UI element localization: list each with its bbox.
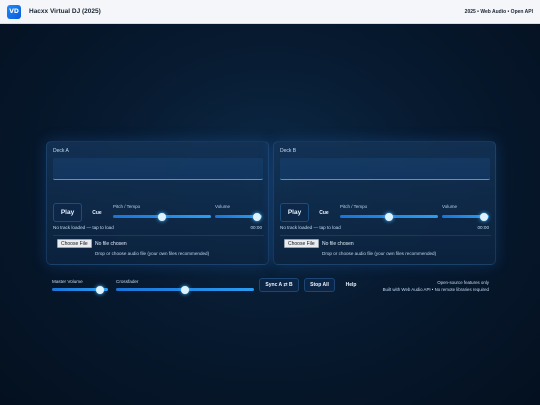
pitch-slider[interactable] bbox=[113, 212, 211, 221]
pitch-slider-thumb[interactable] bbox=[385, 212, 393, 221]
crossfader-thumb[interactable] bbox=[181, 285, 189, 294]
cue-button[interactable]: Cue bbox=[86, 206, 108, 219]
pitch-label: Pitch / Tempo bbox=[113, 204, 141, 209]
play-button[interactable]: Play bbox=[280, 203, 309, 222]
volume-slider-thumb[interactable] bbox=[480, 212, 489, 221]
waveform-display[interactable] bbox=[280, 158, 490, 180]
play-button[interactable]: Play bbox=[53, 203, 82, 222]
choose-file-button[interactable]: Choose File bbox=[57, 239, 92, 248]
file-hint: Drop or choose audio file (your own file… bbox=[322, 251, 437, 256]
deck-a-panel: Deck A Play Cue Pitch / Tempo Volume No … bbox=[46, 141, 269, 265]
pitch-slider-thumb[interactable] bbox=[158, 212, 166, 221]
divider bbox=[53, 235, 264, 236]
file-status: No file chosen bbox=[322, 241, 354, 247]
cue-button[interactable]: Cue bbox=[313, 206, 335, 219]
volume-slider[interactable] bbox=[442, 212, 489, 221]
app-title: Hacxx Virtual DJ (2025) bbox=[29, 8, 101, 15]
track-status[interactable]: No track loaded — tap to load bbox=[280, 225, 341, 230]
crossfader-label: Crossfader bbox=[116, 279, 139, 284]
master-volume-slider[interactable] bbox=[52, 285, 108, 294]
track-status[interactable]: No track loaded — tap to load bbox=[53, 225, 114, 230]
sync-button[interactable]: Sync A ⇄ B bbox=[259, 278, 299, 292]
app-header: VD Hacxx Virtual DJ (2025) 2025 • Web Au… bbox=[0, 0, 540, 24]
volume-label: Volume bbox=[442, 204, 458, 209]
master-volume-thumb[interactable] bbox=[95, 285, 104, 294]
info-line-1: Open-source features only bbox=[437, 280, 489, 285]
help-button[interactable]: Help bbox=[340, 278, 362, 292]
stop-all-button[interactable]: Stop All bbox=[304, 278, 335, 292]
header-tagline: 2025 • Web Audio • Open API bbox=[464, 8, 533, 15]
volume-slider-thumb[interactable] bbox=[253, 212, 262, 221]
deck-title: Deck B bbox=[280, 148, 297, 154]
volume-slider[interactable] bbox=[215, 212, 262, 221]
pitch-label: Pitch / Tempo bbox=[340, 204, 368, 209]
deck-title: Deck A bbox=[53, 148, 69, 154]
app-logo: VD bbox=[7, 4, 21, 19]
track-time: 00:00 bbox=[250, 225, 263, 230]
pitch-slider[interactable] bbox=[340, 212, 438, 221]
file-status: No file chosen bbox=[95, 241, 127, 247]
track-time: 00:00 bbox=[477, 225, 490, 230]
file-hint: Drop or choose audio file (your own file… bbox=[95, 251, 210, 256]
deck-b-panel: Deck B Play Cue Pitch / Tempo Volume No … bbox=[273, 141, 496, 265]
volume-label: Volume bbox=[215, 204, 231, 209]
choose-file-button[interactable]: Choose File bbox=[284, 239, 319, 248]
waveform-display[interactable] bbox=[53, 158, 263, 180]
master-volume-label: Master Volume bbox=[52, 279, 83, 284]
info-line-2: Built with Web Audio API • No remote lib… bbox=[382, 287, 489, 292]
brand: VD Hacxx Virtual DJ (2025) bbox=[7, 4, 101, 19]
divider bbox=[280, 235, 491, 236]
crossfader-slider[interactable] bbox=[116, 285, 254, 294]
